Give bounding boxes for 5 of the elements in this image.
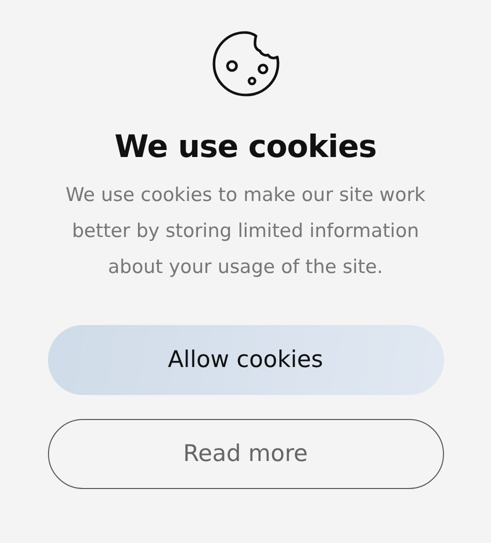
cookie-message: We use cookies to make our site work better by storing limited information about your usage of the site. [64,183,426,280]
cookie-icon [212,31,280,97]
allow-button[interactable]: Allow cookies [48,325,444,395]
dialog-title: We use cookies [114,128,376,167]
read-more-button[interactable]: Read more [48,419,444,489]
